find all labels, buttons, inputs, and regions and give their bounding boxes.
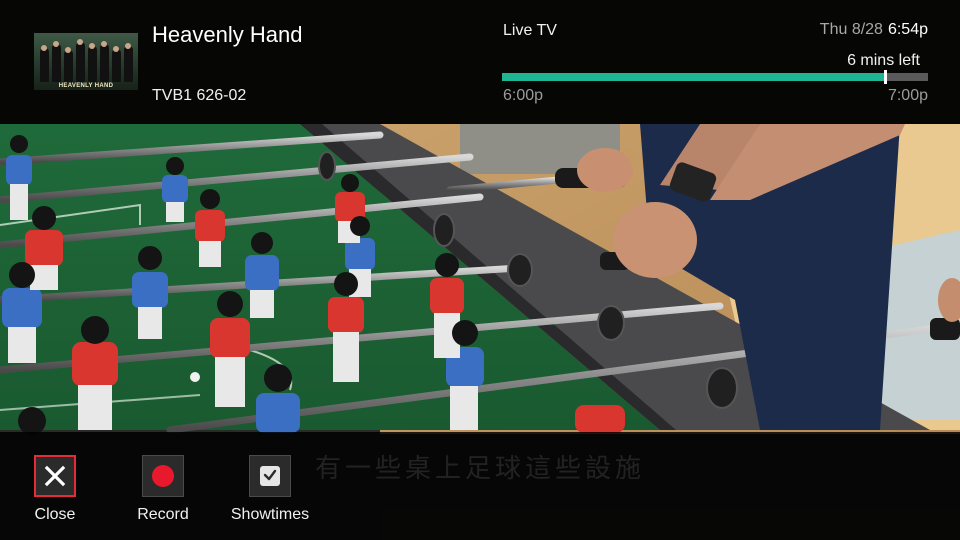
progress-marker	[884, 70, 888, 84]
record-icon	[152, 465, 174, 487]
date-time: Thu 8/28 6:54p	[820, 21, 928, 39]
program-info-bar: HEAVENLY HAND Heavenly Hand TVB1 626-02 …	[0, 0, 960, 124]
close-button[interactable]: Close	[10, 455, 100, 524]
time-remaining: 6 mins left	[847, 52, 920, 69]
start-time: 6:00p	[503, 87, 544, 104]
record-button[interactable]: Record	[118, 455, 208, 524]
showtimes-label: Showtimes	[230, 506, 310, 523]
channel-label: TVB1 626-02	[152, 87, 247, 104]
close-icon	[44, 465, 66, 487]
thumbnail-title: HEAVENLY HAND	[58, 83, 114, 89]
live-tv-label: Live TV	[503, 22, 557, 39]
showtimes-button[interactable]: Showtimes	[225, 455, 315, 524]
program-thumbnail: HEAVENLY HAND	[34, 33, 138, 90]
close-button-box[interactable]	[34, 455, 76, 497]
progress-fill	[502, 73, 886, 81]
current-date: Thu 8/28	[819, 21, 883, 38]
program-title: Heavenly Hand	[152, 22, 303, 47]
showtimes-button-box[interactable]	[249, 455, 291, 497]
current-time: 6:54p	[887, 21, 928, 38]
clock-icon	[260, 466, 280, 486]
program-progress-bar	[502, 70, 928, 84]
record-label: Record	[137, 506, 189, 523]
end-time: 7:00p	[887, 87, 928, 104]
close-label: Close	[34, 506, 76, 523]
record-button-box[interactable]	[142, 455, 184, 497]
